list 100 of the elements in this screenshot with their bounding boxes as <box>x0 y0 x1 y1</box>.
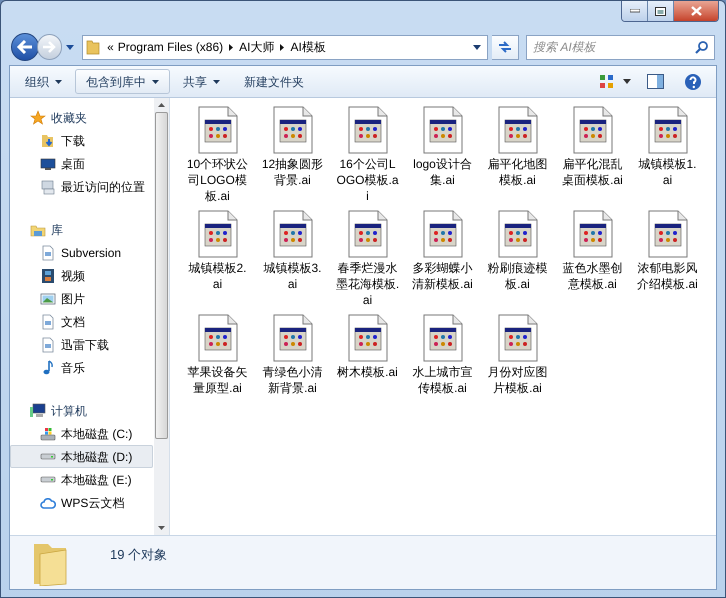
file-name[interactable]: 城镇模板3.ai <box>260 260 324 292</box>
nav-group-header[interactable]: 计算机 <box>10 399 154 422</box>
scroll-down-icon <box>158 526 165 530</box>
folder-icon <box>86 39 100 55</box>
file-name[interactable]: 浓郁电影风介绍模板.ai <box>636 260 700 292</box>
nav-group-header[interactable]: 收藏夹 <box>10 106 154 129</box>
toolbar-button[interactable]: 共享 <box>172 69 231 94</box>
close-icon <box>690 6 702 16</box>
breadcrumb[interactable]: AI模板 <box>290 38 326 56</box>
drive-icon <box>40 476 56 483</box>
ai-file-icon <box>198 106 238 154</box>
ai-file-icon <box>198 314 238 362</box>
file-name[interactable]: 粉刷痕迹模板.ai <box>486 260 550 292</box>
nav-group-header[interactable]: 库 <box>10 218 154 241</box>
computer-icon <box>30 402 46 418</box>
ai-file-icon <box>498 210 538 258</box>
file-name[interactable]: 城镇模板2.ai <box>186 260 250 292</box>
maximize-button[interactable] <box>648 1 674 21</box>
file-name[interactable]: 春季烂漫水墨花海模板.ai <box>336 260 400 308</box>
video-icon <box>40 268 56 284</box>
breadcrumb-overflow[interactable]: « <box>107 38 114 56</box>
file-name[interactable]: 青绿色小清新背景.ai <box>260 364 324 396</box>
address-bar[interactable]: « Program Files (x86) AI大师 AI模板 <box>82 34 488 60</box>
caret-icon <box>623 79 631 84</box>
drive-icon <box>40 453 56 460</box>
toolbar-button[interactable]: 组织 <box>14 69 73 94</box>
refresh-icon <box>496 40 513 54</box>
search-field[interactable]: 搜索 AI模板 <box>526 34 715 60</box>
search-icon <box>694 40 708 54</box>
ai-file-icon <box>348 314 388 362</box>
toolbar-button[interactable]: 包含到库中 <box>75 69 170 94</box>
ai-file-icon <box>648 210 688 258</box>
ai-file-icon <box>348 106 388 154</box>
nav-item[interactable]: 下载 <box>10 129 153 152</box>
breadcrumb[interactable]: Program Files (x86) <box>118 38 224 56</box>
doc-icon <box>40 336 56 352</box>
scrollbar-thumb[interactable] <box>155 112 168 439</box>
breadcrumb[interactable]: AI大师 <box>239 38 274 56</box>
doc-icon <box>40 244 56 260</box>
nav-item[interactable]: 图片 <box>10 287 153 310</box>
ai-file-icon <box>272 106 312 154</box>
nav-item[interactable]: WPS云文档 <box>10 491 153 514</box>
ai-file-icon <box>648 106 688 154</box>
file-name[interactable]: 苹果设备矢量原型.ai <box>186 364 250 396</box>
ai-file-icon <box>498 314 538 362</box>
history-caret-icon <box>66 44 74 50</box>
view-grid-icon <box>599 74 615 90</box>
ai-file-icon <box>272 314 312 362</box>
nav-item[interactable]: 桌面 <box>10 152 153 175</box>
file-name[interactable]: 月份对应图片模板.ai <box>486 364 550 396</box>
toolbar-button[interactable]: 新建文件夹 <box>233 69 315 94</box>
desktop-icon <box>40 156 56 172</box>
chevron-icon <box>229 44 234 50</box>
nav-item[interactable]: 本地磁盘 (C:) <box>10 422 153 445</box>
minimize-icon <box>630 9 640 13</box>
nav-item[interactable]: Subversion <box>10 241 153 264</box>
picture-icon <box>40 290 56 306</box>
doc-icon <box>40 314 56 330</box>
file-name[interactable]: 城镇模板1.ai <box>636 156 700 188</box>
file-name[interactable]: 蓝色水墨创意模板.ai <box>560 260 624 292</box>
recent-icon <box>40 178 56 194</box>
ai-file-icon <box>498 106 538 154</box>
chevron-icon <box>280 44 284 50</box>
nav-item[interactable]: 最近访问的位置 <box>10 175 153 198</box>
star-icon <box>30 110 46 126</box>
back-button[interactable] <box>11 33 39 61</box>
minimize-button[interactable] <box>622 1 648 21</box>
close-button[interactable] <box>674 1 718 21</box>
file-name[interactable]: 16个公司LOGO模板.ai <box>336 156 400 204</box>
refresh-button[interactable] <box>492 34 520 60</box>
ai-file-icon <box>272 210 312 258</box>
ai-file-icon <box>572 210 612 258</box>
file-name[interactable]: 扁平化混乱桌面模板.ai <box>560 156 624 188</box>
forward-arrow-icon <box>42 41 56 53</box>
ai-file-icon <box>198 210 238 258</box>
file-name[interactable]: 水上城市宣传模板.ai <box>410 364 474 396</box>
nav-item[interactable]: 视频 <box>10 264 153 287</box>
scrollbar[interactable] <box>154 98 169 535</box>
file-name[interactable]: 10个环状公司LOGO模板.ai <box>186 156 250 204</box>
ai-file-icon <box>422 106 462 154</box>
nav-item[interactable]: 音乐 <box>10 356 153 379</box>
download-icon <box>40 132 56 148</box>
nav-item[interactable]: 本地磁盘 (E:) <box>10 468 153 491</box>
nav-item[interactable]: 文档 <box>10 310 153 333</box>
scroll-up-icon <box>158 103 165 107</box>
nav-item[interactable]: 迅雷下载 <box>10 333 153 356</box>
nav-item[interactable]: 本地磁盘 (D:) <box>10 445 153 468</box>
file-name[interactable]: 12抽象圆形背景.ai <box>260 156 324 188</box>
preview-pane-icon <box>647 74 664 89</box>
item-count: 19 个对象 <box>110 546 168 564</box>
file-name[interactable]: 扁平化地图模板.ai <box>486 156 550 188</box>
ai-file-icon <box>572 106 612 154</box>
help-icon <box>684 72 702 90</box>
file-name[interactable]: 树木模板.ai <box>336 364 400 380</box>
ai-file-icon <box>348 210 388 258</box>
file-name[interactable]: logo设计合集.ai <box>410 156 474 188</box>
system-drive-icon <box>40 426 56 442</box>
file-name[interactable]: 多彩蝴蝶小清新模板.ai <box>410 260 474 292</box>
dropdown-caret-icon <box>472 44 480 50</box>
maximize-icon <box>655 6 666 16</box>
